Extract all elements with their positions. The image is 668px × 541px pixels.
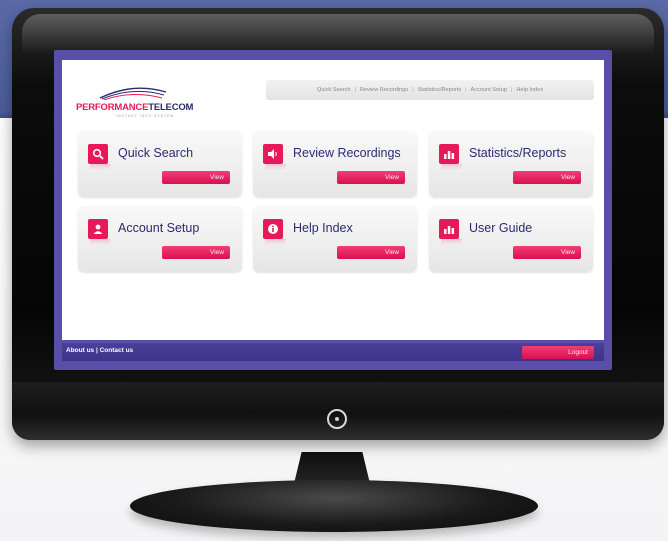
brand-name: PERFORMANCETELECOM — [76, 102, 193, 113]
nav-item-account-setup[interactable]: Account Setup — [471, 87, 507, 93]
brand-name-part1: PERFORMANCE — [76, 102, 149, 113]
tile-user-guide[interactable]: User Guide View — [429, 206, 593, 272]
user-icon — [88, 219, 108, 239]
nav-separator: | — [354, 87, 356, 93]
tile-title: Review Recordings — [293, 146, 401, 160]
footer-links[interactable]: About us | Contact us — [66, 347, 133, 354]
nav-item-quick-search[interactable]: Quick Search — [317, 87, 351, 93]
logo-swoosh-icon — [99, 87, 167, 100]
app-content: PERFORMANCETELECOM INSTANT INFO SYSTEM Q… — [62, 60, 604, 340]
nav-item-statistics-reports[interactable]: Statistics/Reports — [418, 87, 462, 93]
tile-review-recordings[interactable]: Review Recordings View — [253, 131, 417, 197]
logout-button[interactable]: Logout — [522, 346, 594, 359]
tile-title: Account Setup — [118, 221, 200, 235]
view-button[interactable]: View — [162, 246, 230, 259]
nav-item-review-recordings[interactable]: Review Recordings — [360, 87, 408, 93]
nav-separator: | — [510, 87, 513, 93]
tile-title: User Guide — [469, 221, 533, 235]
tile-title: Quick Search — [118, 146, 194, 160]
footer-bar: About us | Contact us Logout — [62, 343, 604, 361]
tile-account-setup[interactable]: Account Setup View — [78, 206, 242, 272]
tile-title: Statistics/Reports — [469, 146, 567, 160]
tile-help-index[interactable]: Help Index View — [253, 206, 417, 272]
view-button[interactable]: View — [337, 246, 405, 259]
info-icon — [263, 219, 283, 239]
search-icon — [88, 144, 108, 164]
view-button[interactable]: View — [513, 171, 581, 184]
tile-title: Help Index — [293, 221, 353, 235]
tile-statistics-reports[interactable]: Statistics/Reports View — [429, 131, 593, 197]
view-button[interactable]: View — [337, 171, 405, 184]
view-button[interactable]: View — [513, 246, 581, 259]
view-button[interactable]: View — [162, 171, 230, 184]
brand-tagline: INSTANT INFO SYSTEM — [116, 114, 175, 118]
bar-chart-icon — [439, 219, 459, 239]
speaker-icon — [263, 144, 283, 164]
power-button-icon — [327, 409, 347, 429]
bar-chart-icon — [439, 144, 459, 164]
top-navigation: Quick Search | Review Recordings | Stati… — [266, 80, 594, 100]
nav-item-help-index[interactable]: Help Index — [516, 87, 543, 93]
monitor-stand-base — [130, 480, 538, 532]
nav-separator: | — [412, 87, 414, 93]
brand-logo[interactable]: PERFORMANCETELECOM INSTANT INFO SYSTEM — [76, 80, 196, 120]
tile-quick-search[interactable]: Quick Search View — [78, 131, 242, 197]
brand-name-part2: TELECOM — [148, 102, 194, 113]
nav-separator: | — [465, 87, 467, 93]
